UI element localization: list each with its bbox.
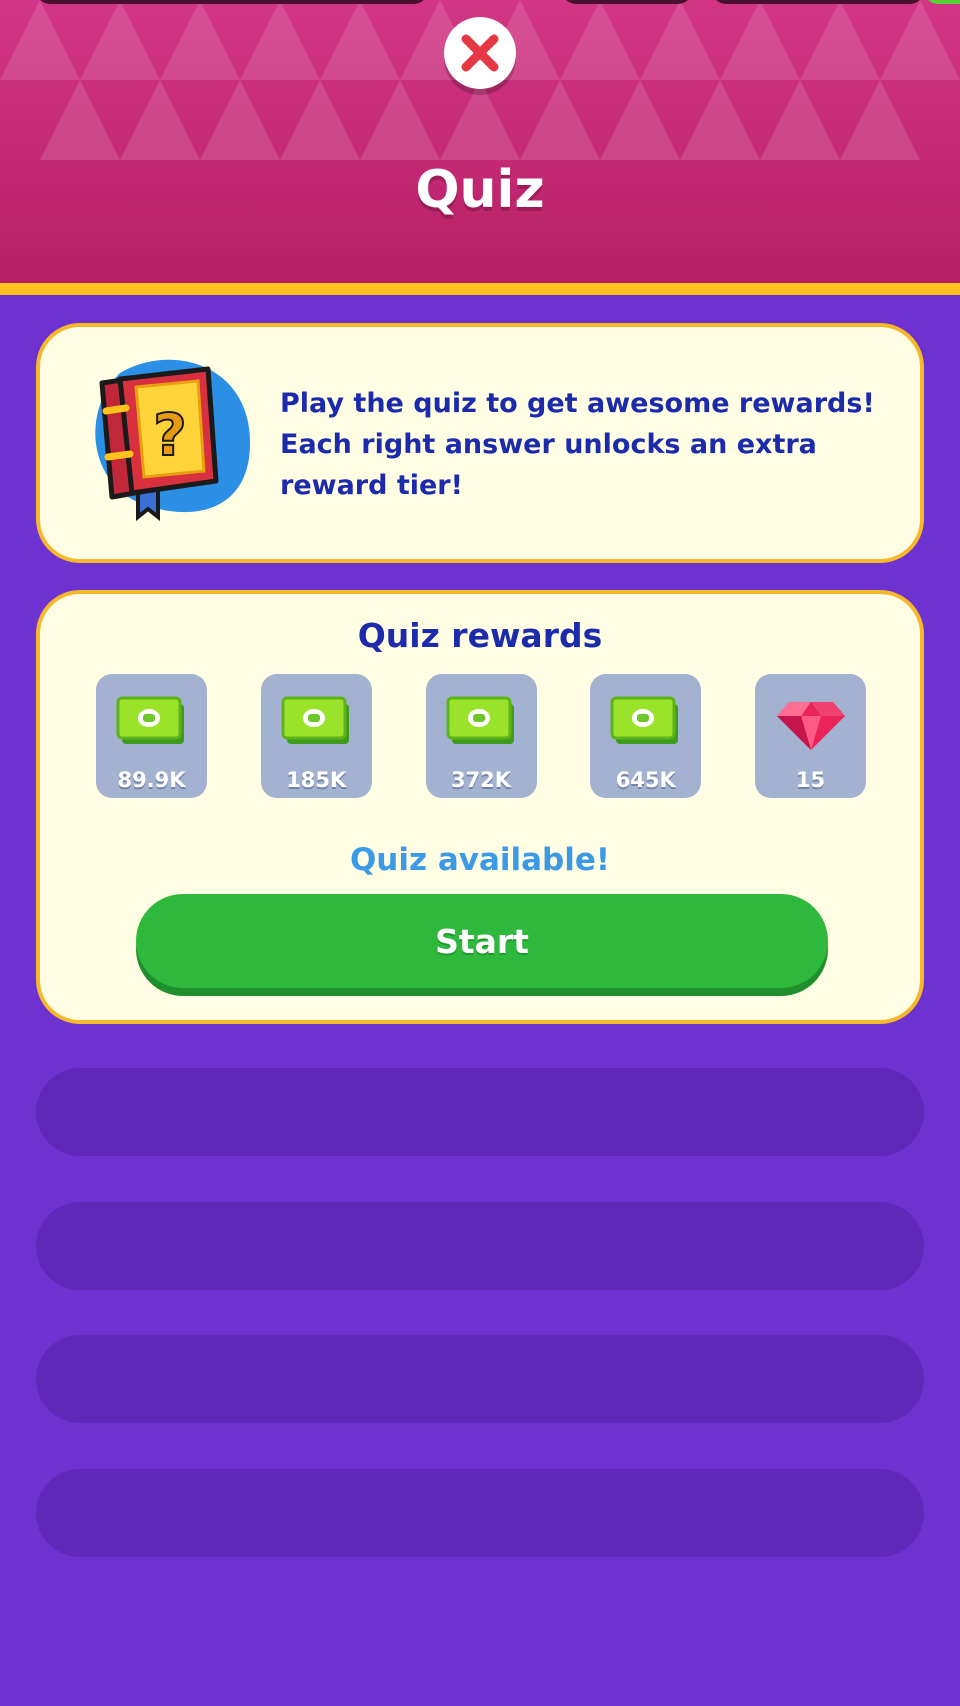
reward-tile[interactable]: 15 (755, 674, 866, 798)
cash-icon (610, 696, 679, 744)
cash-icon (446, 696, 514, 744)
cash-icon (281, 696, 349, 744)
reward-value: 372K (450, 768, 512, 792)
quiz-status: Quiz available! (349, 842, 611, 878)
close-button[interactable] (444, 17, 516, 89)
reward-value: 185K (286, 768, 347, 792)
empty-slot (36, 1335, 924, 1423)
rewards-card: Quiz rewards 89.9K 185K 372K 645K 15 Qui… (36, 590, 924, 1024)
rewards-title: Quiz rewards (357, 616, 603, 655)
page-title: Quiz (415, 160, 545, 220)
reward-tiles: 89.9K 185K 372K 645K 15 (96, 674, 866, 798)
reward-tile[interactable]: 372K (425, 674, 537, 798)
reward-tile[interactable]: 645K (590, 674, 702, 798)
empty-slot (36, 1202, 924, 1290)
reward-tile[interactable]: 89.9K (96, 674, 207, 798)
gem-icon (777, 702, 845, 750)
info-card: ? Play the quiz to get awesome rewards! … (36, 323, 924, 563)
svg-text:?: ? (153, 401, 187, 469)
quiz-book-icon: ? (95, 359, 250, 522)
cash-icon (116, 696, 184, 744)
reward-value: 645K (615, 768, 676, 792)
empty-slot (36, 1068, 924, 1156)
info-text: Play the quiz to get awesome rewards! Ea… (280, 388, 875, 501)
empty-slot (36, 1469, 924, 1557)
close-icon (461, 34, 499, 72)
reward-value: 89.9K (117, 768, 186, 792)
start-button[interactable]: Start (136, 894, 828, 988)
header-stripe (0, 283, 960, 295)
reward-tile[interactable]: 185K (260, 674, 372, 798)
top-bar-fragments (0, 0, 960, 6)
reward-value: 15 (795, 768, 826, 792)
